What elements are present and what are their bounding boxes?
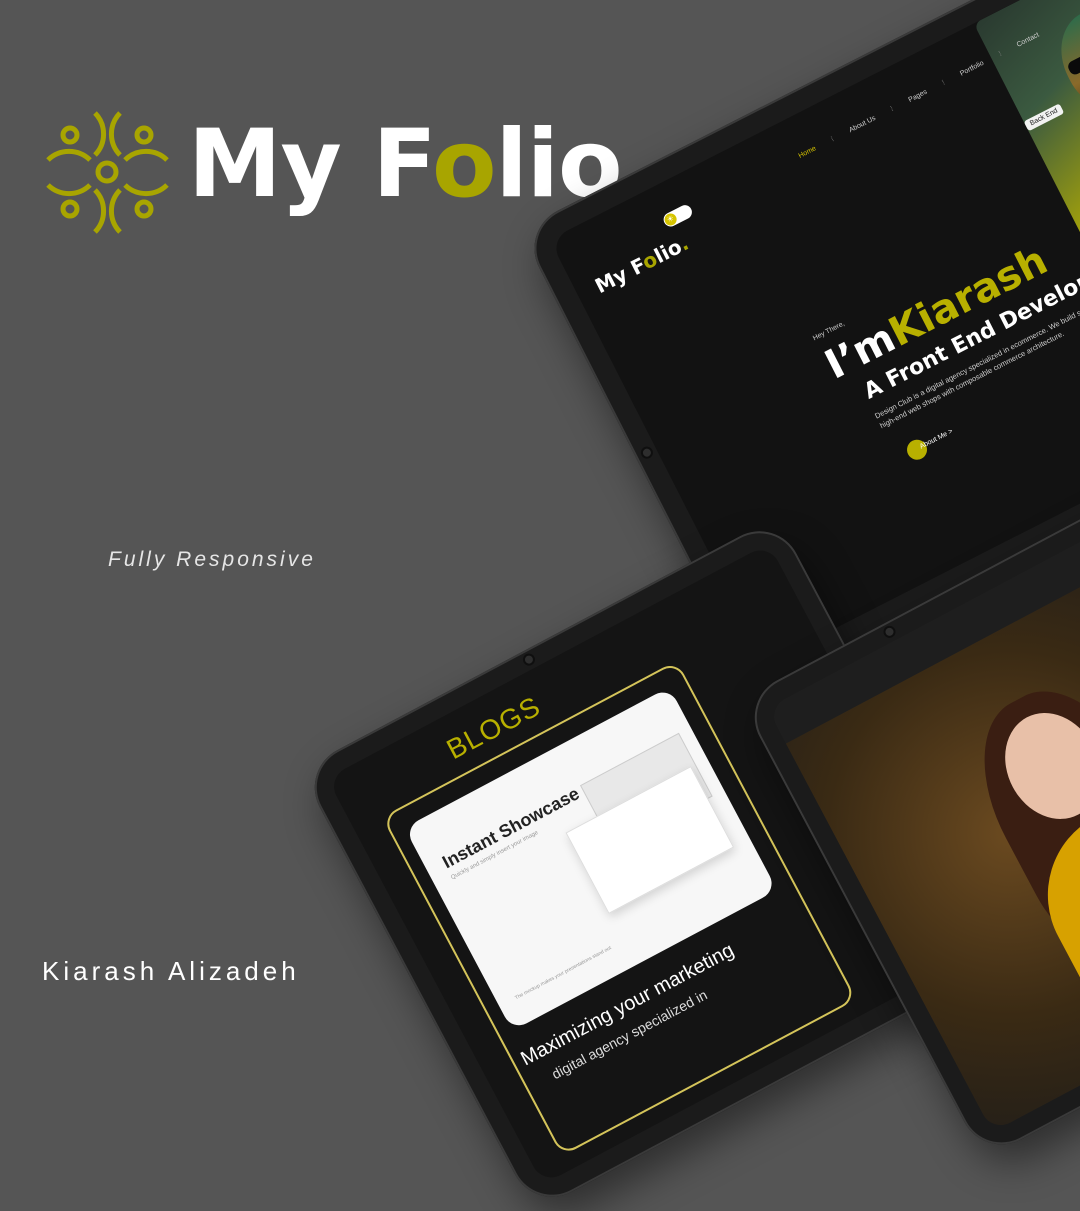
camera-icon [641, 447, 653, 459]
sun-icon: ☀ [662, 211, 679, 228]
author-name: Kiarash Alizadeh [42, 956, 300, 986]
nav-item-about[interactable]: About Us [848, 115, 877, 134]
site-logo[interactable]: My Folio. [591, 231, 692, 298]
flower-logo-icon [46, 111, 169, 234]
site-logo-part: My F [591, 252, 649, 299]
nav-item-home[interactable]: Home [798, 145, 818, 160]
brand-title-accent-o: o [431, 110, 497, 219]
nav-separator: ⁞ [830, 136, 836, 144]
camera-icon [884, 626, 895, 638]
brand-title-part: My F [188, 110, 433, 219]
nav-item-portfolio[interactable]: Portfolio [959, 60, 985, 78]
nav-separator: ⁞ [997, 50, 1003, 58]
nav-separator: ⁞ [941, 79, 947, 87]
nav-item-pages[interactable]: Pages [908, 89, 929, 104]
main-nav: Home ⁞ About Us ⁞ Pages ⁞ Portfolio ⁞ Co… [798, 32, 1041, 160]
tagline: Fully Responsive [108, 548, 316, 571]
nav-separator: ⁞ [889, 105, 895, 113]
camera-icon [523, 654, 535, 665]
theme-toggle[interactable]: ☀ [661, 202, 695, 229]
blog-card-title: Instant Showcase [439, 783, 583, 873]
about-me-label[interactable]: About Me > [919, 428, 954, 451]
